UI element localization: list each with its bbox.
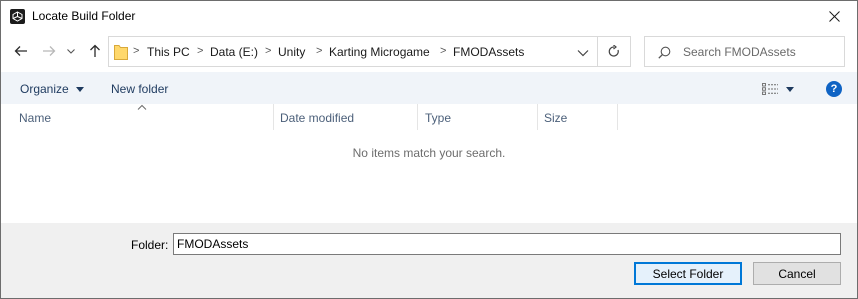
organize-label: Organize (20, 82, 69, 96)
chevron-down-icon (76, 87, 85, 93)
recent-locations-button[interactable] (64, 40, 78, 62)
column-date-modified[interactable]: Date modified (280, 104, 417, 130)
address-dropdown-button[interactable] (577, 46, 591, 58)
folder-name-field[interactable] (173, 233, 841, 255)
search-box (644, 36, 845, 67)
column-divider[interactable] (537, 104, 538, 130)
select-folder-button[interactable]: Select Folder (634, 262, 742, 285)
help-button[interactable]: ? (826, 81, 842, 97)
breadcrumb-separator: > (440, 45, 447, 57)
breadcrumb-separator: > (133, 45, 140, 57)
column-name[interactable]: Name (19, 104, 273, 130)
chevron-down-icon (786, 86, 794, 92)
breadcrumb-data-drive[interactable]: Data (E:) (210, 45, 258, 59)
footer-panel: Folder: Select Folder Cancel (1, 223, 857, 298)
column-type[interactable]: Type (425, 104, 537, 130)
folder-icon (114, 45, 128, 60)
empty-list-message: No items match your search. (352, 146, 506, 160)
search-input[interactable] (683, 43, 841, 61)
arrow-left-icon (14, 46, 27, 56)
back-button[interactable] (11, 40, 31, 62)
address-bar[interactable]: > This PC > Data (E:) > Unity > Karting … (108, 36, 598, 67)
up-button[interactable] (85, 40, 105, 62)
change-view-button[interactable] (762, 81, 802, 97)
refresh-button[interactable] (598, 36, 631, 67)
breadcrumb-separator: > (265, 45, 272, 57)
unity-icon (10, 9, 25, 24)
close-icon (829, 10, 840, 22)
navigation-bar: > This PC > Data (E:) > Unity > Karting … (1, 32, 857, 72)
breadcrumb-fmodassets[interactable]: FMODAssets (453, 45, 524, 59)
command-toolbar: Organize New folder ? (1, 72, 857, 104)
organize-button[interactable]: Organize (20, 82, 85, 96)
new-folder-button[interactable]: New folder (111, 82, 168, 96)
folder-label: Folder: (131, 238, 169, 252)
column-size[interactable]: Size (544, 104, 617, 130)
column-divider[interactable] (273, 104, 274, 130)
title-bar: Locate Build Folder (1, 1, 857, 32)
chevron-down-icon (67, 48, 75, 54)
breadcrumb-separator: > (316, 45, 323, 57)
column-divider[interactable] (617, 104, 618, 130)
chevron-down-icon (577, 50, 589, 57)
breadcrumb-this-pc[interactable]: This PC (147, 45, 190, 59)
file-list-header: Name Date modified Type Size (1, 104, 857, 130)
column-divider[interactable] (417, 104, 418, 130)
cancel-button[interactable]: Cancel (753, 262, 841, 285)
arrow-up-icon (90, 44, 100, 57)
breadcrumb-karting-microgame[interactable]: Karting Microgame (329, 45, 430, 59)
breadcrumb-separator: > (197, 45, 204, 57)
dialog-window: Locate Build Folder > This PC > Data (E:… (0, 0, 858, 299)
window-title: Locate Build Folder (32, 9, 136, 23)
refresh-icon (608, 45, 619, 57)
close-button[interactable] (812, 1, 857, 31)
arrow-right-icon (43, 46, 56, 56)
breadcrumb-unity[interactable]: Unity (278, 45, 305, 59)
search-icon (658, 46, 671, 59)
forward-button[interactable] (39, 40, 59, 62)
details-view-icon (762, 83, 778, 95)
